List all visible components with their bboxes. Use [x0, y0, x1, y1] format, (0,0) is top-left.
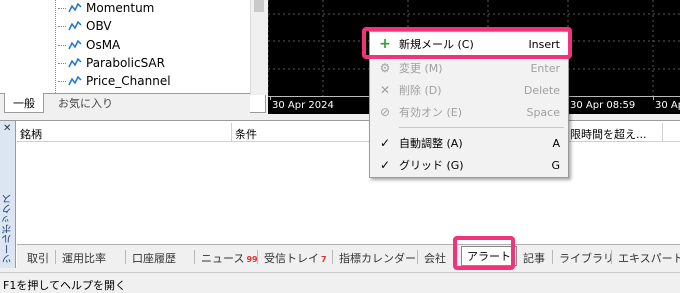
nav-item-parabolicsar[interactable]: ParabolicSAR — [58, 54, 165, 72]
nav-item-obv[interactable]: OBV — [58, 17, 112, 35]
tab-label: 受信トレイ — [264, 252, 319, 265]
menu-item-label: 有効オン (E) — [399, 106, 463, 119]
checkmark-icon: ✓ — [379, 158, 391, 172]
column-header-symbol[interactable]: 銘柄 — [17, 123, 232, 141]
indicator-icon — [68, 20, 82, 31]
disable-icon: ⊘ — [379, 105, 391, 119]
close-icon[interactable]: ✕ — [3, 124, 11, 134]
menu-item-label: 自動調整 (A) — [399, 137, 463, 150]
navigator-panel: Momentum OBV OsMA ParabolicSAR Price_Cha… — [0, 0, 266, 113]
menu-separator — [399, 127, 564, 128]
nav-item-label: Momentum — [86, 1, 155, 15]
menu-item-shortcut: Enter — [530, 61, 560, 75]
navigator-scrollbar[interactable] — [250, 0, 266, 95]
header-divider — [17, 141, 680, 142]
tab-trade[interactable]: 取引 — [27, 248, 49, 266]
tab-news[interactable]: ニュース 99 — [201, 248, 258, 266]
nav-item-price-channel[interactable]: Price_Channel — [58, 72, 171, 90]
menu-item-auto-arrange[interactable]: ✓ 自動調整 (A) A — [370, 132, 568, 154]
menu-item-shortcut: Space — [526, 105, 560, 119]
nav-item-osma[interactable]: OsMA — [58, 36, 120, 54]
tab-articles[interactable]: 記事 — [523, 248, 545, 266]
column-header-expiry[interactable]: 限時間を超え... — [567, 123, 663, 141]
nav-item-label: OsMA — [86, 38, 121, 52]
indicator-icon — [68, 75, 82, 86]
tab-library[interactable]: ライブラリ — [559, 248, 614, 266]
toolbox-title: ツールボックス — [3, 194, 14, 264]
nav-item-label: Price_Channel — [86, 74, 171, 88]
menu-item-shortcut: Delete — [523, 83, 560, 97]
nav-item-momentum[interactable]: Momentum — [58, 0, 154, 17]
indicator-icon — [68, 57, 82, 68]
tab-general[interactable]: 一般 — [4, 93, 44, 113]
inbox-badge: 7 — [321, 255, 327, 264]
tab-calendar[interactable]: 指標カレンダー — [339, 248, 416, 266]
chart-date-label: 30 Apr 2024 — [272, 100, 334, 111]
scrollbar-thumb[interactable] — [254, 0, 264, 12]
tab-inbox[interactable]: 受信トレイ 7 — [264, 248, 327, 266]
tree-line — [55, 0, 56, 95]
tab-company[interactable]: 会社 — [424, 248, 446, 266]
chart-date-label: 30 Apr 08:59 — [570, 100, 636, 111]
new-alert-highlight — [362, 27, 572, 59]
menu-item-label: グリッド (G) — [399, 159, 464, 172]
alerts-tab-highlight — [453, 236, 515, 270]
status-bar: F1を押してヘルプを開く — [0, 272, 680, 293]
tab-experts[interactable]: エキスパート — [618, 248, 680, 266]
gear-icon: ⚙ — [379, 61, 391, 75]
menu-item-enable[interactable]: ⊘ 有効オン (E) Space — [370, 101, 568, 123]
tab-account-history[interactable]: 口座履歴 — [132, 248, 176, 266]
nav-item-label: ParabolicSAR — [86, 56, 165, 70]
menu-item-label: 削除 (D) — [399, 84, 442, 97]
menu-item-delete[interactable]: ✕ 削除 (D) Delete — [370, 79, 568, 101]
tab-label: ニュース — [201, 252, 245, 265]
toolbox-tabbar: 取引 運用比率 口座履歴 ニュース 99 受信トレイ 7 指標カレンダー 会社 アラ… — [17, 244, 680, 268]
menu-item-shortcut: A — [552, 136, 560, 150]
delete-icon: ✕ — [379, 83, 391, 97]
chart-date-label: 30 Apr 16: — [655, 100, 680, 111]
menu-item-shortcut: G — [551, 158, 560, 172]
tab-favorites[interactable]: お気に入り — [50, 93, 121, 113]
menu-item-label: 変更 (M) — [399, 62, 443, 75]
menu-item-grid[interactable]: ✓ グリッド (G) G — [370, 154, 568, 176]
menu-item-modify[interactable]: ⚙ 変更 (M) Enter — [370, 57, 568, 79]
nav-item-label: OBV — [86, 19, 112, 33]
chart-tick — [270, 97, 271, 100]
toolbox-sidebar: ✕ ツールボックス — [0, 121, 16, 268]
news-badge: 99 — [246, 255, 258, 264]
chart-tick — [653, 97, 654, 100]
navigator-tabbar: 一般 お気に入り — [0, 93, 250, 113]
tab-exposure[interactable]: 運用比率 — [62, 248, 106, 266]
indicator-icon — [68, 39, 82, 50]
indicator-icon — [68, 2, 82, 13]
toolbox-panel: ✕ ツールボックス 銘柄 条件 限時間を超え... 取引 運用比率 口座履歴 ニ… — [0, 120, 680, 268]
checkmark-icon: ✓ — [379, 136, 391, 150]
status-text: F1を押してヘルプを開く — [3, 279, 126, 292]
